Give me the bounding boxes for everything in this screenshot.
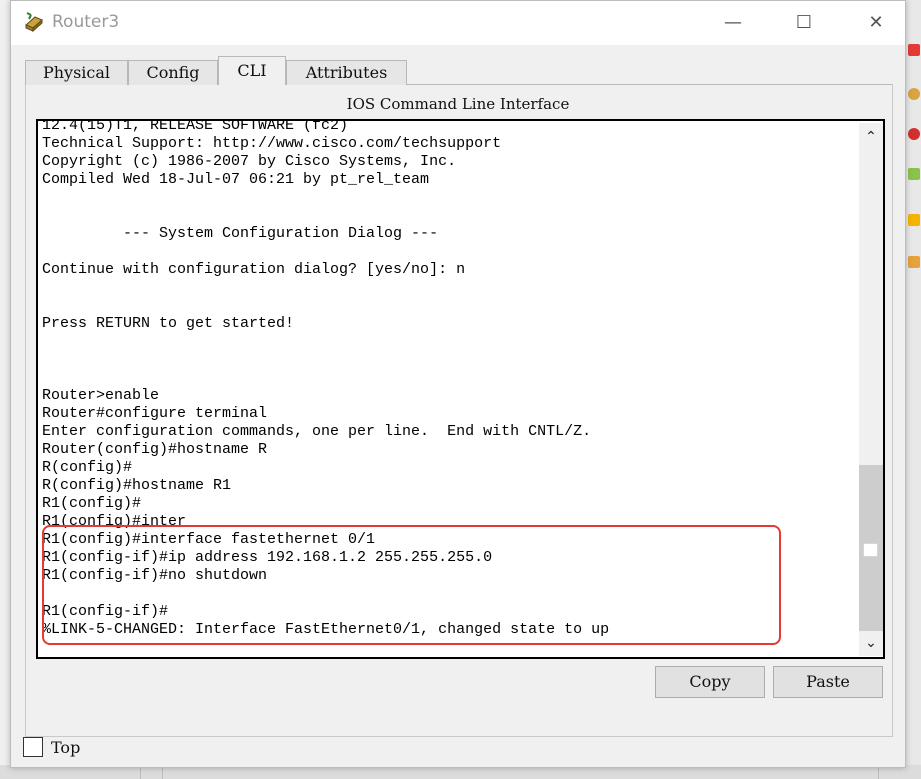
- terminal-line: Copyright (c) 1986-2007 by Cisco Systems…: [42, 153, 457, 170]
- window-title: Router3: [52, 12, 120, 32]
- top-label: Top: [51, 738, 81, 757]
- terminal-scrollbar[interactable]: ⌃ ⌄: [859, 123, 883, 656]
- terminal-line: Router>enable: [42, 387, 160, 404]
- terminal-line: Technical Support: http://www.cisco.com/…: [42, 135, 502, 152]
- router-window: Router3 — ☐ ✕ Physical Config CLI Attrib…: [10, 0, 906, 768]
- tab-physical[interactable]: Physical: [25, 60, 128, 85]
- chevron-down-icon[interactable]: ⌄: [859, 631, 883, 655]
- search-icon: [908, 88, 920, 100]
- terminal-line: R(config)#hostname R1: [42, 477, 232, 494]
- router-icon: [25, 12, 43, 33]
- minimize-button[interactable]: —: [718, 9, 748, 37]
- chevron-up-icon[interactable]: ⌃: [859, 125, 883, 149]
- terminal-output: 12.4(15)T1, RELEASE SOFTWARE (fc2) Techni…: [42, 119, 610, 639]
- terminal-line: Router#configure terminal: [42, 405, 268, 422]
- terminal-line: R1(config)#interface fastethernet 0/1: [42, 531, 376, 548]
- terminal-line: Compiled Wed 18-Jul-07 06:21 by pt_rel_t…: [42, 171, 430, 188]
- terminal-line: R1(config)#inter: [42, 513, 187, 530]
- scroll-thumb[interactable]: [863, 543, 878, 557]
- maximize-button[interactable]: ☐: [789, 9, 819, 37]
- terminal-line: %LINK-5-CHANGED: Interface FastEthernet0…: [42, 621, 610, 638]
- background-app-strip: [906, 0, 921, 779]
- copy-button[interactable]: Copy: [655, 666, 765, 698]
- terminal-line: R1(config-if)#ip address 192.168.1.2 255…: [42, 549, 493, 566]
- tab-config[interactable]: Config: [128, 60, 218, 85]
- panel-title: IOS Command Line Interface: [346, 95, 570, 113]
- terminal-line: Press RETURN to get started!: [42, 315, 295, 332]
- close-icon: [908, 44, 920, 56]
- terminal-line: R1(config-if)#no shutdown: [42, 567, 268, 584]
- paste-button[interactable]: Paste: [773, 666, 883, 698]
- tab-cli[interactable]: CLI: [218, 56, 286, 85]
- envelope-icon: [908, 214, 920, 226]
- record-icon: [908, 128, 920, 140]
- close-button[interactable]: ✕: [861, 9, 891, 37]
- terminal-line: Router(config)#hostname R: [42, 441, 268, 458]
- terminal-line: Enter configuration commands, one per li…: [42, 423, 592, 440]
- arrow-icon: [908, 168, 920, 180]
- terminal-line: --- System Configuration Dialog ---: [42, 225, 439, 242]
- cli-terminal[interactable]: 12.4(15)T1, RELEASE SOFTWARE (fc2) Techni…: [36, 119, 885, 659]
- terminal-line: Continue with configuration dialog? [yes…: [42, 261, 466, 278]
- title-bar[interactable]: Router3 — ☐ ✕: [11, 1, 905, 45]
- tab-attributes[interactable]: Attributes: [286, 60, 407, 85]
- terminal-line: R1(config)#: [42, 495, 142, 512]
- terminal-line: 12.4(15)T1, RELEASE SOFTWARE (fc2): [42, 119, 349, 134]
- terminal-line: R(config)#: [42, 459, 133, 476]
- terminal-line: R1(config-if)#: [42, 603, 169, 620]
- envelope-open-icon: [908, 256, 920, 268]
- top-checkbox[interactable]: [23, 737, 43, 757]
